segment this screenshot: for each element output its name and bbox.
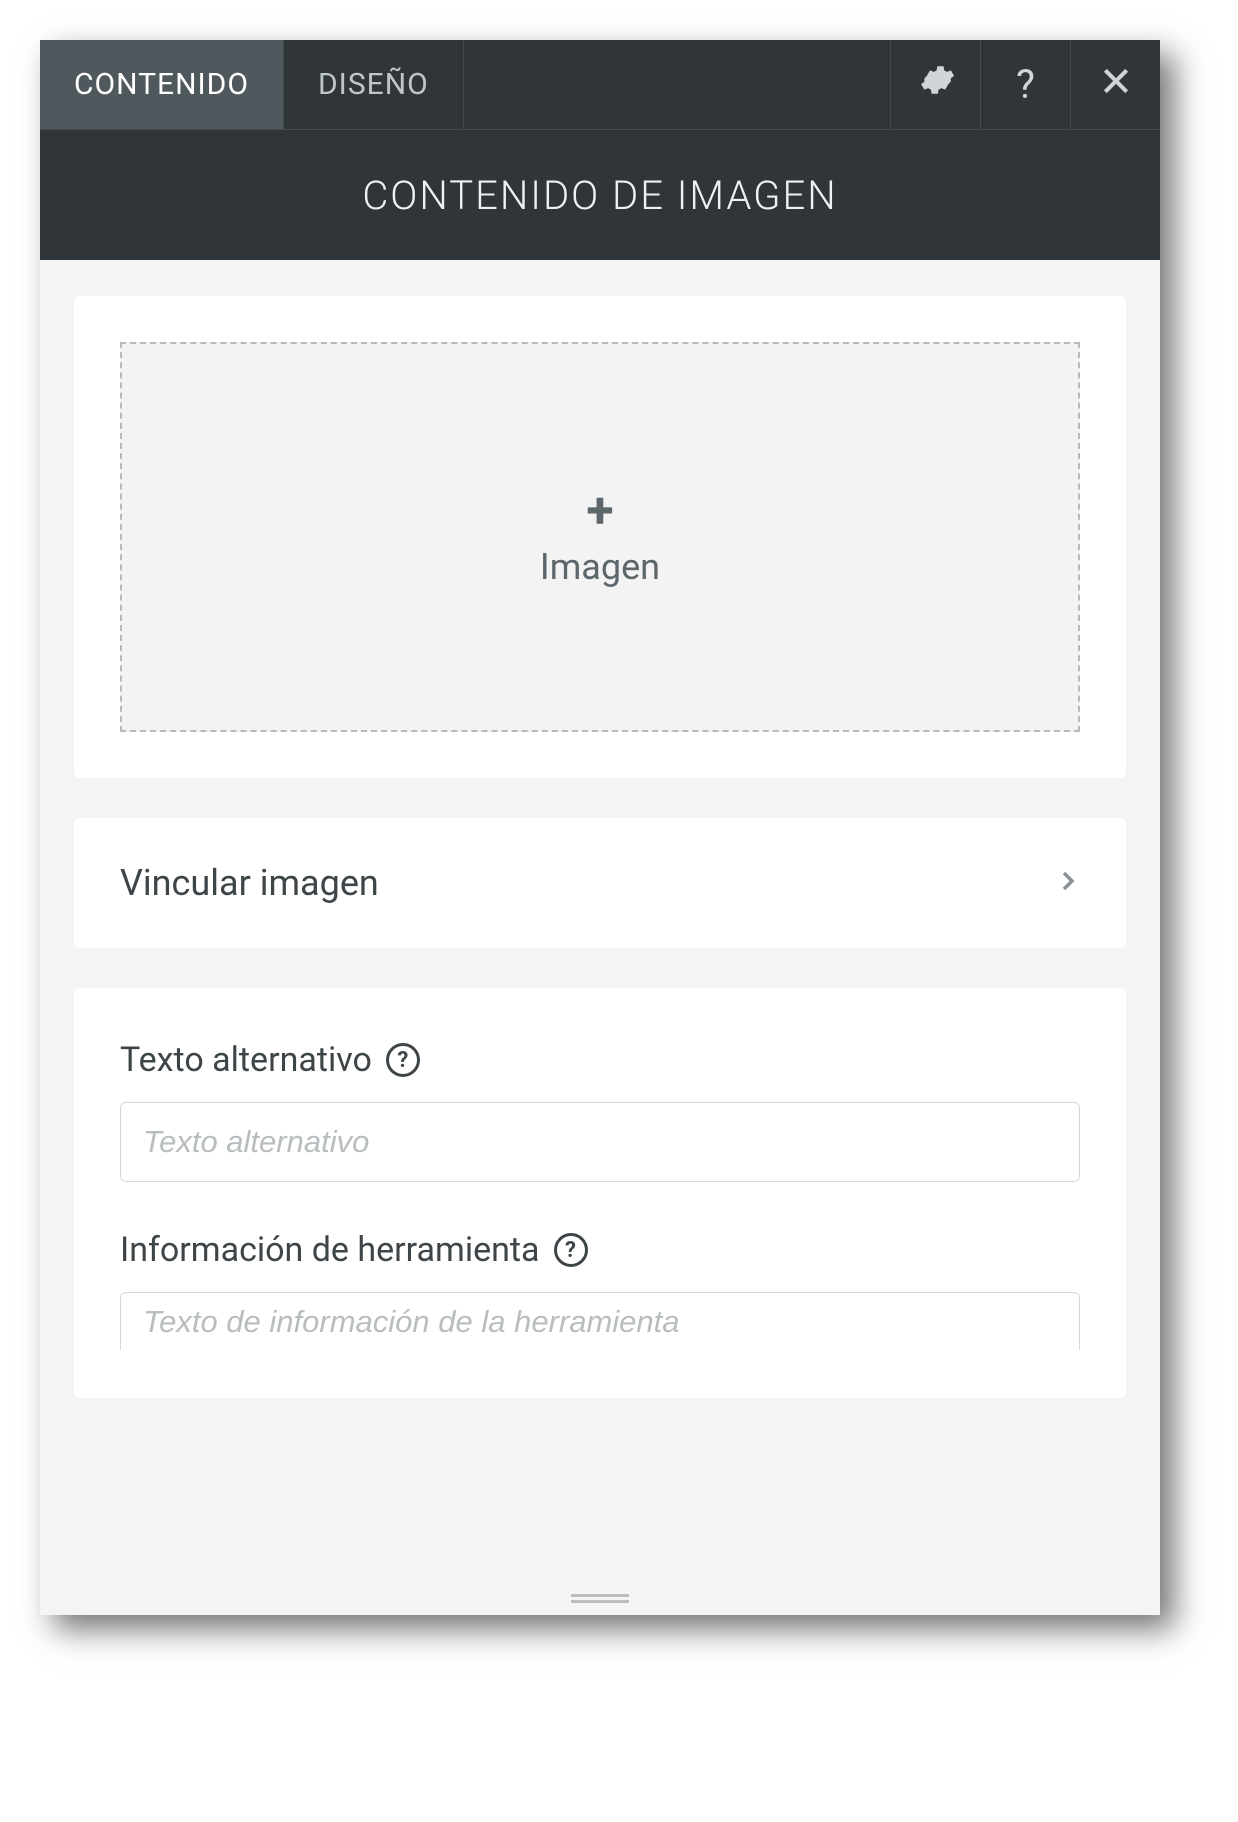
help-icon: ?	[1016, 61, 1035, 108]
image-dropzone[interactable]: + Imagen	[120, 342, 1080, 732]
help-button[interactable]: ?	[980, 40, 1070, 129]
panel-header: CONTENIDO DISEÑO ?	[40, 40, 1160, 260]
tooltip-info-label-row: Información de herramienta ?	[120, 1230, 1080, 1270]
tab-design-label: DISEÑO	[318, 67, 429, 102]
link-image-label: Vincular imagen	[120, 862, 379, 904]
dropzone-label: Imagen	[540, 546, 660, 588]
panel-body: + Imagen Vincular imagen Texto alternati…	[40, 260, 1160, 1581]
tooltip-info-field: Información de herramienta ?	[120, 1230, 1080, 1350]
gear-icon	[917, 61, 955, 108]
tab-design[interactable]: DISEÑO	[284, 40, 464, 129]
image-content-panel: CONTENIDO DISEÑO ?	[40, 40, 1160, 1615]
tooltip-info-help-icon[interactable]: ?	[554, 1233, 588, 1267]
resize-handle-bar	[571, 1600, 629, 1603]
tabs-row: CONTENIDO DISEÑO ?	[40, 40, 1160, 130]
image-dropzone-card: + Imagen	[74, 296, 1126, 778]
close-button[interactable]	[1070, 40, 1160, 129]
alt-text-label: Texto alternativo	[120, 1040, 372, 1080]
tooltip-info-label: Información de herramienta	[120, 1230, 540, 1270]
resize-handle-bar	[571, 1594, 629, 1597]
link-image-card: Vincular imagen	[74, 818, 1126, 948]
plus-icon: +	[586, 486, 613, 536]
close-icon	[1100, 64, 1132, 106]
tooltip-info-input[interactable]	[120, 1292, 1080, 1350]
alt-text-help-icon[interactable]: ?	[386, 1043, 420, 1077]
resize-handle[interactable]	[40, 1581, 1160, 1615]
tab-content-label: CONTENIDO	[74, 67, 249, 102]
panel-title: CONTENIDO DE IMAGEN	[40, 130, 1160, 260]
settings-button[interactable]	[890, 40, 980, 129]
link-image-row[interactable]: Vincular imagen	[120, 862, 1080, 904]
alt-text-input[interactable]	[120, 1102, 1080, 1182]
tabs-spacer	[464, 40, 890, 129]
alt-text-field: Texto alternativo ?	[120, 1040, 1080, 1182]
chevron-right-icon	[1056, 869, 1080, 897]
alt-text-label-row: Texto alternativo ?	[120, 1040, 1080, 1080]
image-meta-form: Texto alternativo ? Información de herra…	[74, 988, 1126, 1398]
tab-content[interactable]: CONTENIDO	[40, 40, 284, 129]
